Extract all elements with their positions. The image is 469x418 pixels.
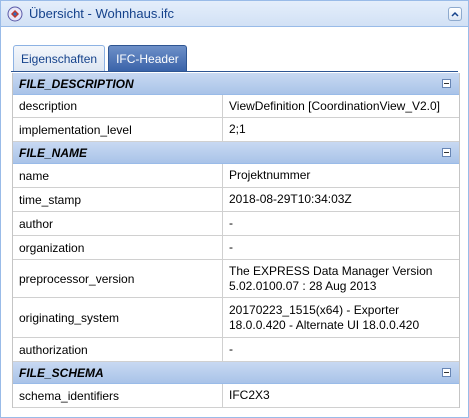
window-titlebar: Übersicht - Wohnhaus.ifc [1, 1, 468, 27]
table-row[interactable]: organization - [13, 236, 459, 260]
table-row[interactable]: implementation_level 2;1 [13, 118, 459, 142]
table-row[interactable]: authorization - [13, 338, 459, 362]
property-key: preprocessor_version [13, 260, 223, 297]
property-key: implementation_level [13, 118, 223, 141]
property-value: 2018-08-29T10:34:03Z [229, 192, 352, 206]
table-row[interactable]: originating_system 20170223_1515(x64) - … [13, 298, 459, 338]
property-key: name [13, 164, 223, 187]
property-value: Projektnummer [229, 168, 311, 182]
overview-window: Übersicht - Wohnhaus.ifc Eigenschaften I… [0, 0, 469, 418]
property-key: description [13, 95, 223, 117]
property-key: authorization [13, 338, 223, 361]
property-value: - [229, 216, 233, 230]
property-key: organization [13, 236, 223, 259]
tab-ifc-header[interactable]: IFC-Header [108, 45, 187, 71]
table-row[interactable]: name Projektnummer [13, 164, 459, 188]
tab-eigenschaften[interactable]: Eigenschaften [13, 45, 106, 71]
tab-area: Eigenschaften IFC-Header [1, 27, 468, 72]
table-row[interactable]: preprocessor_version The EXPRESS Data Ma… [13, 260, 459, 298]
minus-icon[interactable] [442, 148, 451, 157]
table-row[interactable]: author - [13, 212, 459, 236]
group-header-file-schema[interactable]: FILE_SCHEMA [13, 362, 459, 384]
tab-strip-divider [11, 71, 458, 72]
property-value: IFC2X3 [229, 388, 270, 402]
group-header-file-name[interactable]: FILE_NAME [13, 142, 459, 164]
table-row[interactable]: description ViewDefinition [Coordination… [13, 95, 459, 118]
minus-icon[interactable] [442, 79, 451, 88]
tab-strip: Eigenschaften IFC-Header [13, 45, 187, 71]
property-grid: FILE_DESCRIPTION description ViewDefinit… [12, 73, 460, 408]
property-key: author [13, 212, 223, 235]
chevron-up-icon [451, 11, 459, 17]
ifc-app-icon [7, 6, 23, 22]
property-key: time_stamp [13, 188, 223, 211]
collapse-window-button[interactable] [448, 6, 462, 21]
property-value: 2;1 [229, 122, 246, 136]
property-value: - [229, 240, 233, 254]
property-value: The EXPRESS Data Manager Version 5.02.01… [229, 263, 433, 293]
property-value: 20170223_1515(x64) - Exporter 18.0.0.420… [229, 302, 420, 332]
property-key: originating_system [13, 298, 223, 337]
property-key: schema_identifiers [13, 384, 223, 407]
window-title: Übersicht - Wohnhaus.ifc [29, 6, 174, 21]
property-value: - [229, 342, 233, 356]
group-header-file-description[interactable]: FILE_DESCRIPTION [13, 73, 459, 95]
group-title: FILE_DESCRIPTION [19, 76, 134, 91]
group-title: FILE_NAME [19, 145, 88, 160]
table-row[interactable]: time_stamp 2018-08-29T10:34:03Z [13, 188, 459, 212]
minus-icon[interactable] [442, 368, 451, 377]
group-title: FILE_SCHEMA [19, 365, 104, 380]
table-row[interactable]: schema_identifiers IFC2X3 [13, 384, 459, 408]
property-value: ViewDefinition [CoordinationView_V2.0] [229, 98, 441, 113]
